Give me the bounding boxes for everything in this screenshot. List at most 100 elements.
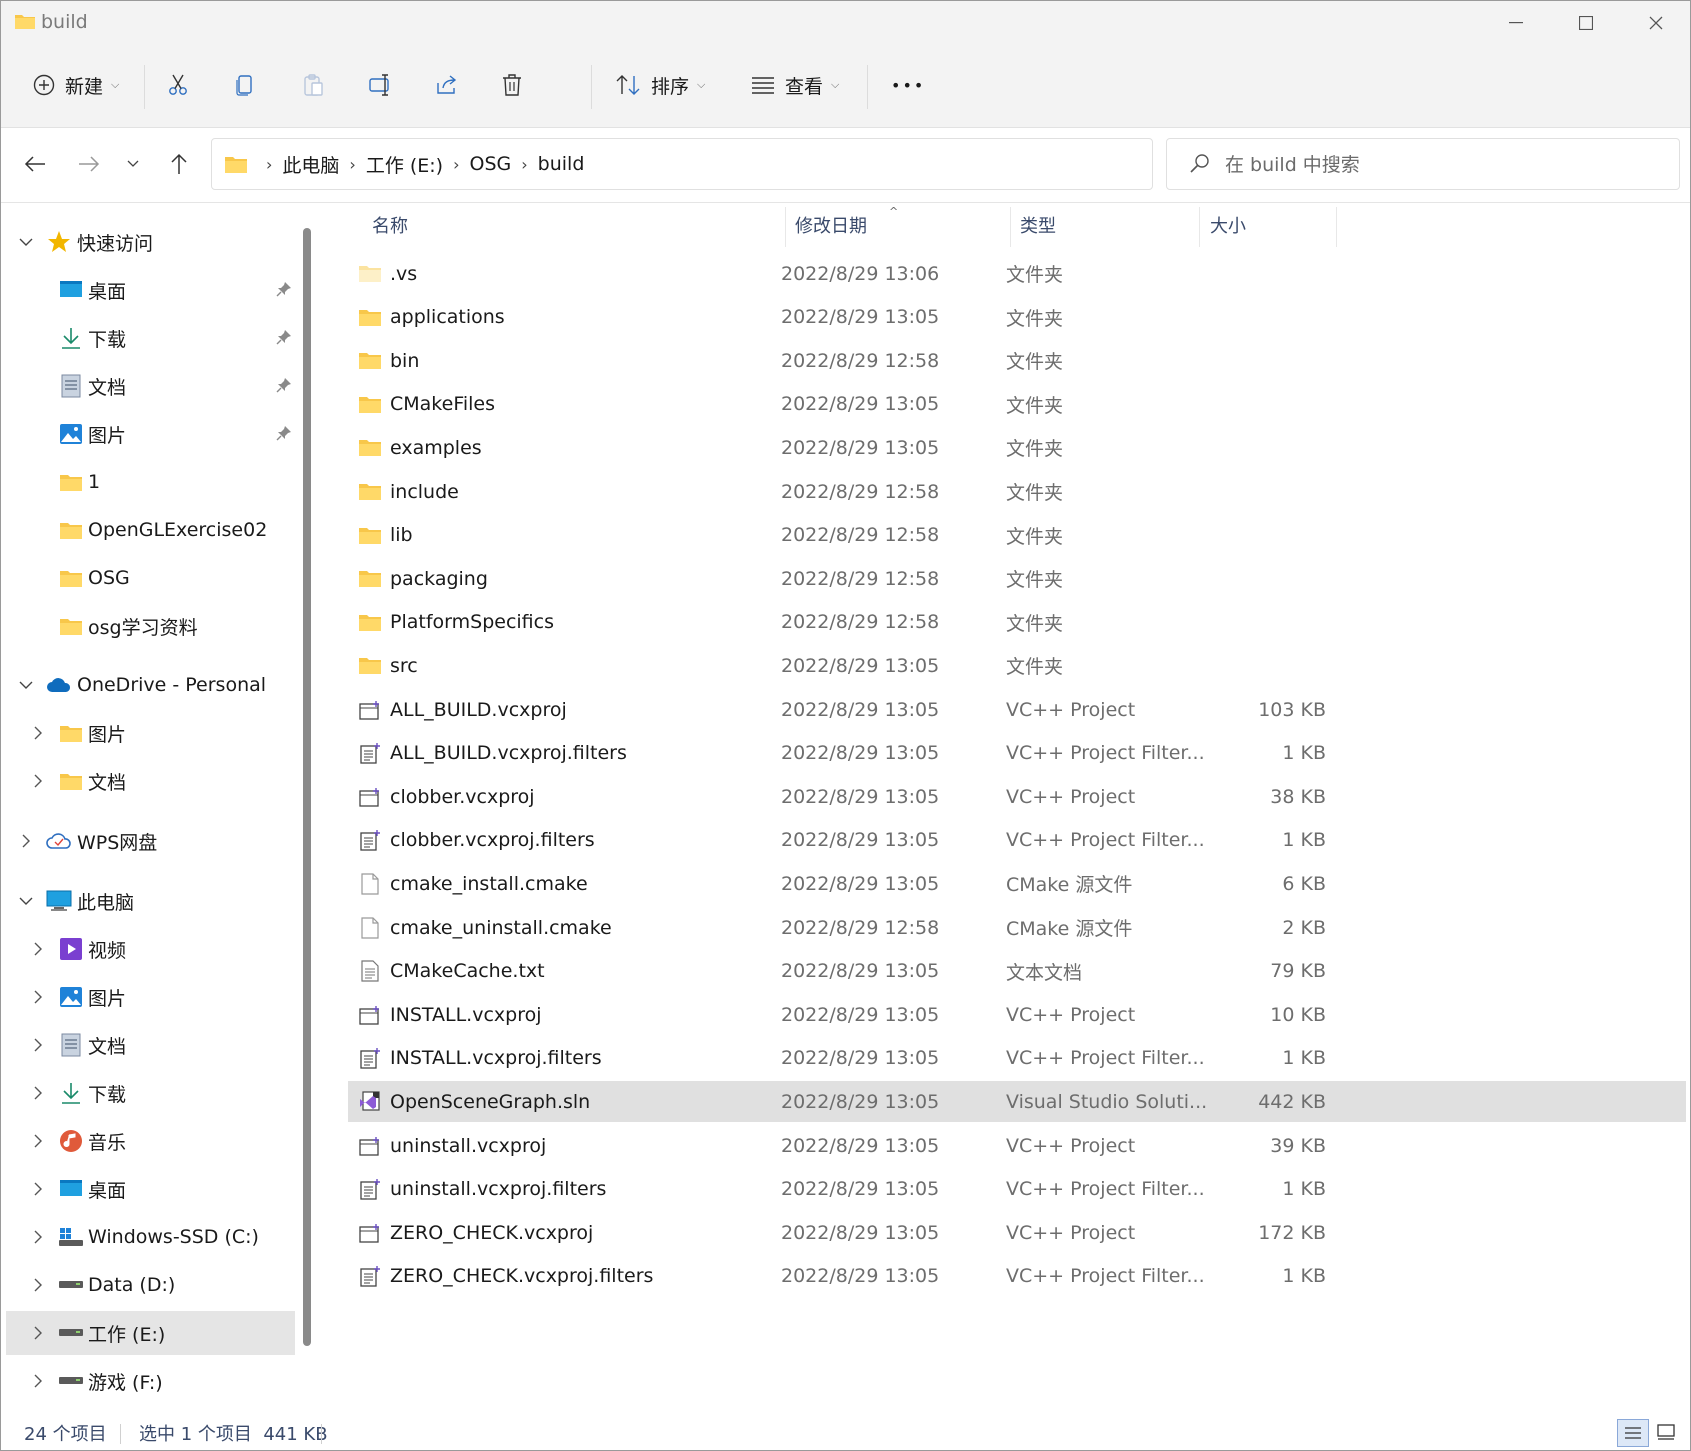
file-row[interactable]: ALL_BUILD.vcxproj.filters 2022/8/29 13:05… [348,733,1686,774]
chevron-right-icon[interactable] [30,1325,46,1341]
file-name-cell[interactable]: packaging [358,558,758,599]
minimize-button[interactable] [1481,1,1551,45]
nav-item-osg[interactable]: OSG [6,556,295,600]
chevron-down-icon[interactable] [18,234,34,250]
file-name-cell[interactable]: ALL_BUILD.vcxproj [358,689,758,730]
paste-button[interactable] [301,63,325,107]
search-box[interactable] [1166,138,1680,191]
nav-item-pictures[interactable]: 图片 [6,412,295,456]
file-name-cell[interactable]: uninstall.vcxproj [358,1125,758,1166]
file-row[interactable]: packaging 2022/8/29 12:58 文件夹 [348,558,1686,599]
nav-item-osg-study[interactable]: osg学习资料 [6,604,295,648]
chevron-right-icon[interactable] [30,725,46,741]
file-name-cell[interactable]: INSTALL.vcxproj [358,994,758,1035]
tiles-view-button[interactable] [1651,1419,1681,1445]
nav-item-folder-1[interactable]: 1 [6,460,295,504]
search-input[interactable] [1223,139,1667,191]
nav-pc-pictures[interactable]: 图片 [6,975,295,1019]
title-bar[interactable]: build [1,1,1690,45]
file-name-cell[interactable]: CMakeFiles [358,384,758,425]
file-row[interactable]: include 2022/8/29 12:58 文件夹 [348,471,1686,512]
nav-pc-documents[interactable]: 文档 [6,1023,295,1067]
file-name-cell[interactable]: include [358,471,758,512]
nav-wps-drive[interactable]: WPS网盘 [6,819,295,863]
file-row[interactable]: uninstall.vcxproj.filters 2022/8/29 13:05… [348,1169,1686,1210]
nav-onedrive[interactable]: OneDrive - Personal [6,663,295,707]
chevron-down-icon[interactable] [18,893,34,909]
pin-icon[interactable] [276,425,292,441]
nav-item-downloads[interactable]: 下载 [6,316,295,360]
rename-button[interactable] [368,63,394,107]
nav-drive-c[interactable]: Windows-SSD (C:) [6,1215,295,1259]
file-name-cell[interactable]: cmake_uninstall.cmake [358,907,758,948]
nav-quick-access[interactable]: 快速访问 [6,220,295,264]
column-divider[interactable] [1336,207,1337,247]
file-row[interactable]: src 2022/8/29 13:05 文件夹 [348,645,1686,686]
nav-item-desktop[interactable]: 桌面 [6,268,295,312]
file-row[interactable]: .vs 2022/8/29 13:06 文件夹 [348,253,1686,294]
file-name-cell[interactable]: clobber.vcxproj.filters [358,820,758,861]
column-divider[interactable] [1199,207,1200,247]
file-name-cell[interactable]: ALL_BUILD.vcxproj.filters [358,733,758,774]
chevron-right-icon[interactable] [30,989,46,1005]
close-button[interactable] [1621,1,1690,45]
file-name-cell[interactable]: uninstall.vcxproj.filters [358,1169,758,1210]
nav-this-pc[interactable]: 此电脑 [6,879,295,923]
file-row[interactable]: INSTALL.vcxproj 2022/8/29 13:05 VC++ Proje… [348,994,1686,1035]
file-row[interactable]: uninstall.vcxproj 2022/8/29 13:05 VC++ Pro… [348,1125,1686,1166]
file-name-cell[interactable]: applications [358,297,758,338]
file-name-cell[interactable]: PlatformSpecifics [358,602,758,643]
nav-pc-downloads[interactable]: 下载 [6,1071,295,1115]
file-row[interactable]: examples 2022/8/29 13:05 文件夹 [348,427,1686,468]
nav-onedrive-pictures[interactable]: 图片 [6,711,295,755]
column-header-date[interactable]: 修改日期 [795,203,867,247]
file-name-cell[interactable]: examples [358,427,758,468]
column-header-name[interactable]: 名称 [372,203,408,247]
chevron-right-icon[interactable] [30,1037,46,1053]
file-name-cell[interactable]: bin [358,340,758,381]
chevron-right-icon[interactable] [30,773,46,789]
nav-pc-music[interactable]: 音乐 [6,1119,295,1163]
file-name-cell[interactable]: src [358,645,758,686]
file-row[interactable]: clobber.vcxproj.filters 2022/8/29 13:05 VC… [348,820,1686,861]
file-name-cell[interactable]: ZERO_CHECK.vcxproj.filters [358,1256,758,1297]
file-row[interactable]: bin 2022/8/29 12:58 文件夹 [348,340,1686,381]
pin-icon[interactable] [276,377,292,393]
nav-drive-f[interactable]: 游戏 (F:) [6,1359,295,1403]
delete-button[interactable] [501,63,523,107]
file-name-cell[interactable]: cmake_install.cmake [358,863,758,904]
address-bar[interactable]: › 此电脑 › 工作 (E:) › OSG › build [211,138,1340,190]
new-button[interactable]: 新建 ⌵ [33,63,119,107]
details-view-button[interactable] [1617,1419,1649,1447]
crumb-drive-e[interactable]: 工作 (E:) [366,151,443,178]
sort-button[interactable]: 排序 ⌵ [615,63,705,107]
back-button[interactable] [13,142,57,186]
crumb-osg[interactable]: OSG [470,153,512,175]
nav-item-openglexercise02[interactable]: OpenGLExercise02 [6,508,295,552]
chevron-right-icon[interactable] [30,1181,46,1197]
file-row[interactable]: applications 2022/8/29 13:05 文件夹 [348,297,1686,338]
file-row[interactable]: ZERO_CHECK.vcxproj 2022/8/29 13:05 VC++ Pr… [348,1212,1686,1253]
nav-drive-d[interactable]: Data (D:) [6,1263,295,1307]
file-name-cell[interactable]: clobber.vcxproj [358,776,758,817]
forward-button[interactable] [67,142,111,186]
recent-locations-button[interactable] [111,142,155,186]
file-name-cell[interactable]: CMakeCache.txt [358,951,758,992]
maximize-button[interactable] [1551,1,1621,45]
nav-pc-videos[interactable]: 视频 [6,927,295,971]
file-row[interactable]: CMakeFiles 2022/8/29 13:05 文件夹 [348,384,1686,425]
view-button[interactable]: 查看 ⌵ [751,63,839,107]
column-header-type[interactable]: 类型 [1020,203,1056,247]
file-row[interactable]: cmake_install.cmake 2022/8/29 13:05 CMake … [348,863,1686,904]
nav-item-documents[interactable]: 文档 [6,364,295,408]
column-header-size[interactable]: 大小 [1210,203,1246,247]
crumb-build[interactable]: build [538,153,585,175]
chevron-down-icon[interactable] [18,677,34,693]
share-button[interactable] [435,63,459,107]
column-divider[interactable] [785,207,786,247]
copy-button[interactable] [233,63,257,107]
chevron-right-icon[interactable] [30,1277,46,1293]
file-row[interactable]: ALL_BUILD.vcxproj 2022/8/29 13:05 VC++ Pro… [348,689,1686,730]
file-row[interactable]: OpenSceneGraph.sln 2022/8/29 13:05 Visual … [348,1081,1686,1123]
crumb-this-pc[interactable]: 此电脑 [282,151,339,178]
